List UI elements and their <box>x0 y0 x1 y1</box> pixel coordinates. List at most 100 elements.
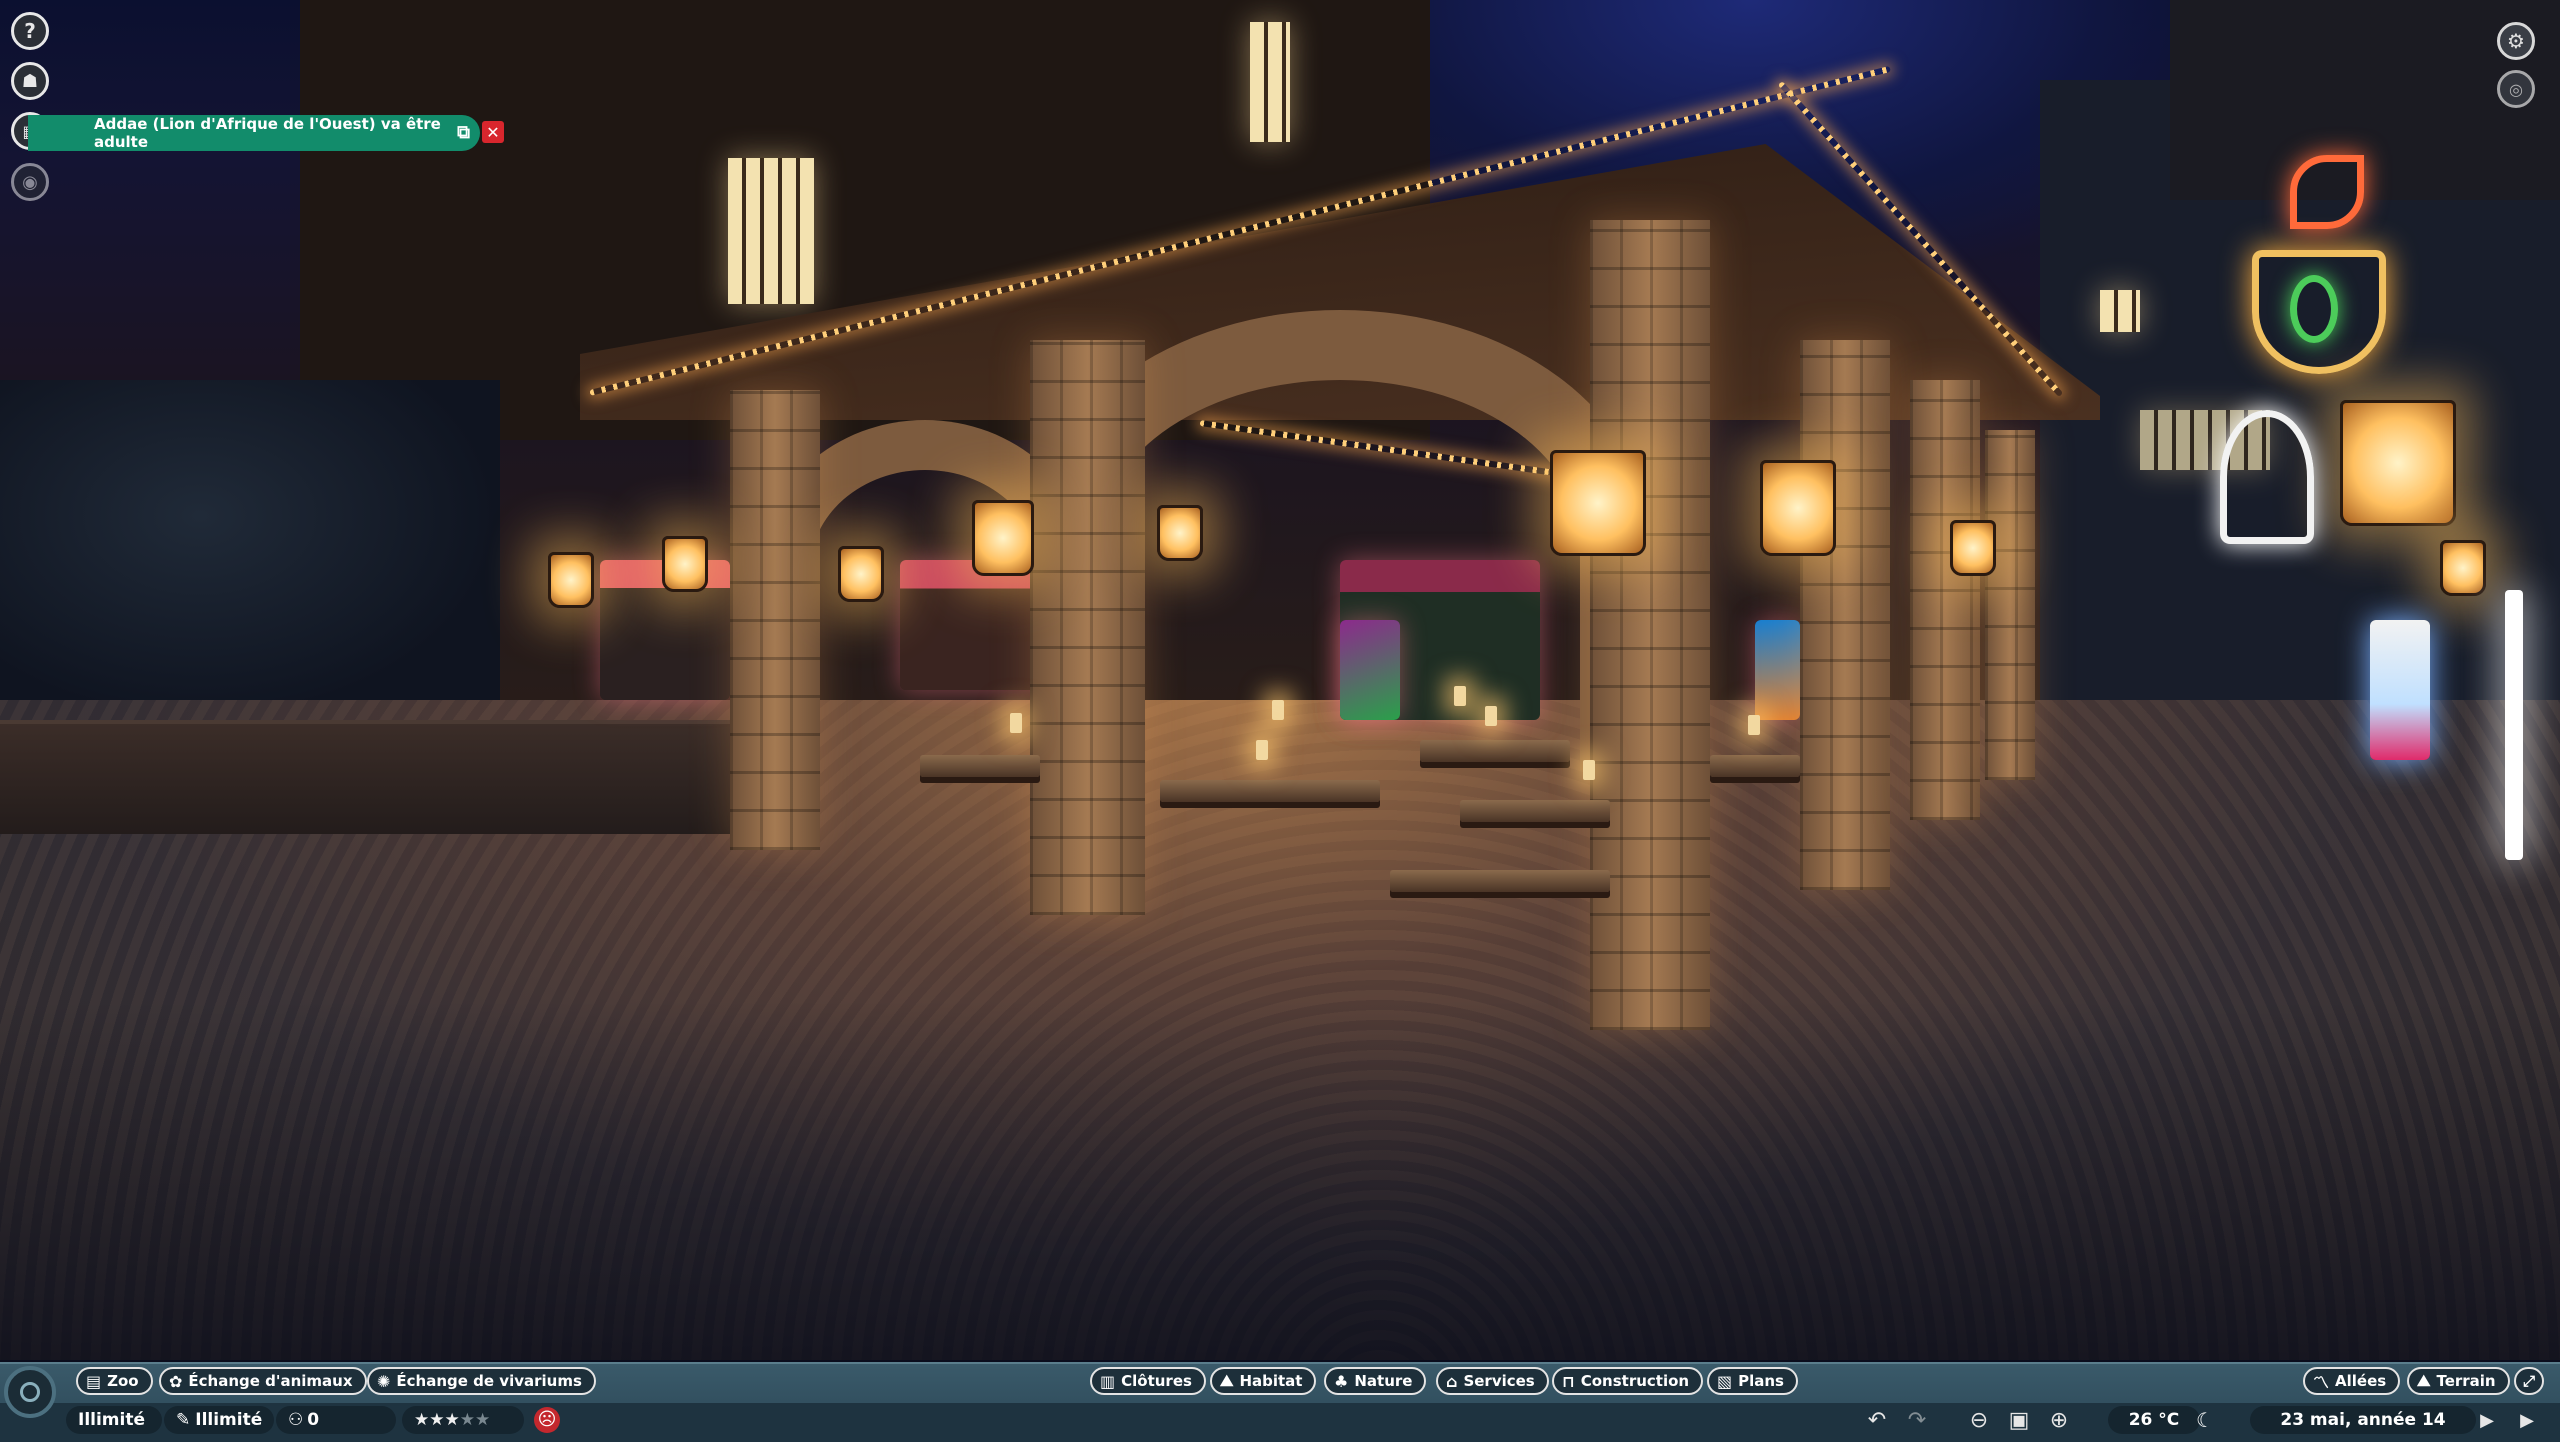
tab-terrain[interactable]: ⛰ Terrain <box>2407 1367 2510 1395</box>
tab-construction[interactable]: ⊓ Construction <box>1552 1367 1704 1395</box>
redo-icon: ↷ <box>1907 1407 1927 1433</box>
expand-icon: ⤢ <box>2522 1372 2535 1390</box>
star-empty-icon: ★ <box>475 1410 491 1430</box>
redo-button[interactable]: ↷ <box>1902 1406 1932 1434</box>
path-icon: 〽 <box>2313 1373 2330 1392</box>
stone-pillar <box>1910 380 1980 820</box>
external-link-icon[interactable]: ⧉ <box>457 122 470 143</box>
undo-icon: ↶ <box>1867 1407 1887 1433</box>
zoom-out-button[interactable]: ⊖ <box>1964 1406 1994 1434</box>
candle <box>1583 760 1595 780</box>
tab-animal-trading[interactable]: ✿ Échange d'animaux <box>159 1367 367 1395</box>
window <box>1250 22 1290 142</box>
main-menu-button[interactable] <box>4 1366 56 1418</box>
construction-icon: ⊓ <box>1562 1371 1575 1391</box>
candle <box>1485 706 1497 726</box>
bug-icon: ✺ <box>377 1371 391 1391</box>
tab-label: Échange de vivariums <box>396 1372 582 1390</box>
candle <box>1272 700 1284 720</box>
date-display: 23 mai, année 14 <box>2250 1406 2476 1434</box>
expand-button[interactable]: ⤢ <box>2514 1367 2544 1395</box>
lantern <box>972 500 1034 576</box>
sad-face-icon: ☹ <box>534 1407 560 1433</box>
tree-icon: ♣ <box>1334 1371 1349 1391</box>
lantern <box>2440 540 2486 596</box>
window <box>728 158 814 304</box>
tab-zoo[interactable]: ▤ Zoo <box>76 1367 153 1395</box>
zoo-rating[interactable]: ★ ★ ★ ★ ★ <box>402 1406 524 1434</box>
picnic-table[interactable] <box>1160 780 1380 802</box>
tab-paths[interactable]: 〽 Allées <box>2303 1367 2401 1395</box>
neon-strip <box>2505 590 2523 860</box>
tab-label: Zoo <box>107 1372 139 1390</box>
camera-view-icon: ◎ <box>2509 79 2523 99</box>
lantern <box>1950 520 1996 576</box>
fast-forward-button[interactable]: ▶ <box>2512 1406 2542 1434</box>
gear-icon: ⚙ <box>2507 29 2525 53</box>
tab-nature[interactable]: ♣ Nature <box>1324 1367 1427 1395</box>
star-empty-icon: ★ <box>459 1410 475 1430</box>
lantern <box>1760 460 1836 556</box>
stone-pillar <box>1030 340 1145 915</box>
camera-mode-button[interactable]: ▣ <box>2004 1406 2034 1434</box>
lantern <box>662 536 708 592</box>
steam-neon <box>2290 155 2364 229</box>
date-value: 23 mai, année 14 <box>2280 1410 2446 1430</box>
tab-services[interactable]: ⌂ Services <box>1436 1367 1549 1395</box>
picnic-table[interactable] <box>1390 870 1610 892</box>
hedge <box>0 380 500 720</box>
research-value: Illimité <box>195 1410 263 1430</box>
tab-label: Terrain <box>2436 1372 2496 1390</box>
star-icon: ★ <box>444 1410 460 1430</box>
habitat-icon: ⛰ <box>1220 1371 1234 1390</box>
picnic-table[interactable] <box>1460 800 1610 822</box>
picnic-table[interactable] <box>920 755 1040 777</box>
tab-vivarium-trading[interactable]: ✺ Échange de vivariums <box>367 1367 596 1395</box>
help-button[interactable]: ? <box>11 12 49 50</box>
coffee-bean-neon <box>2290 275 2338 343</box>
guest-mood-indicator[interactable]: ☹ <box>534 1406 560 1434</box>
camera-view-button[interactable]: ◎ <box>2497 70 2535 108</box>
day-night-indicator[interactable]: ☾ <box>2192 1406 2218 1434</box>
tab-label: Construction <box>1580 1372 1690 1390</box>
guest-count: 0 <box>307 1410 320 1430</box>
money-value: Illimité <box>78 1410 146 1430</box>
zoo-profile-icon: ☗ <box>21 70 39 92</box>
view-toggle-button[interactable]: ◉ <box>11 163 49 201</box>
stone-pillar <box>730 390 820 850</box>
candle <box>1256 740 1268 760</box>
money-display[interactable]: Illimité <box>66 1406 162 1434</box>
zoo-icon: ▤ <box>86 1371 102 1391</box>
tab-label: Allées <box>2335 1372 2387 1390</box>
camera-mode-icon: ▣ <box>2008 1407 2030 1433</box>
candle <box>1454 686 1466 706</box>
star-icon: ★ <box>414 1410 430 1430</box>
game-viewport[interactable] <box>0 0 2560 1360</box>
notification-banner[interactable]: Addae (Lion d'Afrique de l'Ouest) va êtr… <box>28 115 480 151</box>
undo-button[interactable]: ↶ <box>1862 1406 1892 1434</box>
zoom-in-icon: ⊕ <box>2049 1407 2069 1433</box>
notification-close-button[interactable]: ✕ <box>482 121 504 143</box>
tab-blueprints[interactable]: ▧ Plans <box>1707 1367 1798 1395</box>
candle <box>1748 715 1760 735</box>
picnic-table[interactable] <box>1420 740 1570 762</box>
terrain-icon: ⛰ <box>2417 1371 2431 1390</box>
star-icon: ★ <box>429 1410 445 1430</box>
tab-label: Nature <box>1354 1372 1413 1390</box>
research-icon: ✎ <box>176 1410 191 1430</box>
fast-forward-icon: ▶ <box>2520 1409 2534 1431</box>
tab-fences[interactable]: ▥ Clôtures <box>1090 1367 1206 1395</box>
play-speed-button[interactable]: ▶ <box>2472 1406 2502 1434</box>
zoom-in-button[interactable]: ⊕ <box>2044 1406 2074 1434</box>
candle <box>1010 713 1022 733</box>
help-icon: ? <box>24 19 36 43</box>
settings-button[interactable]: ⚙ <box>2497 22 2535 60</box>
research-display[interactable]: ✎ Illimité <box>164 1406 274 1434</box>
zoo-profile-button[interactable]: ☗ <box>11 62 49 100</box>
picnic-table[interactable] <box>1710 755 1800 777</box>
tab-habitat[interactable]: ⛰ Habitat <box>1210 1367 1317 1395</box>
milkshake-neon-sign <box>2220 410 2314 544</box>
guest-count-display[interactable]: ⚇ 0 <box>276 1406 396 1434</box>
stone-pillar <box>1985 430 2035 780</box>
close-icon: ✕ <box>486 122 500 142</box>
